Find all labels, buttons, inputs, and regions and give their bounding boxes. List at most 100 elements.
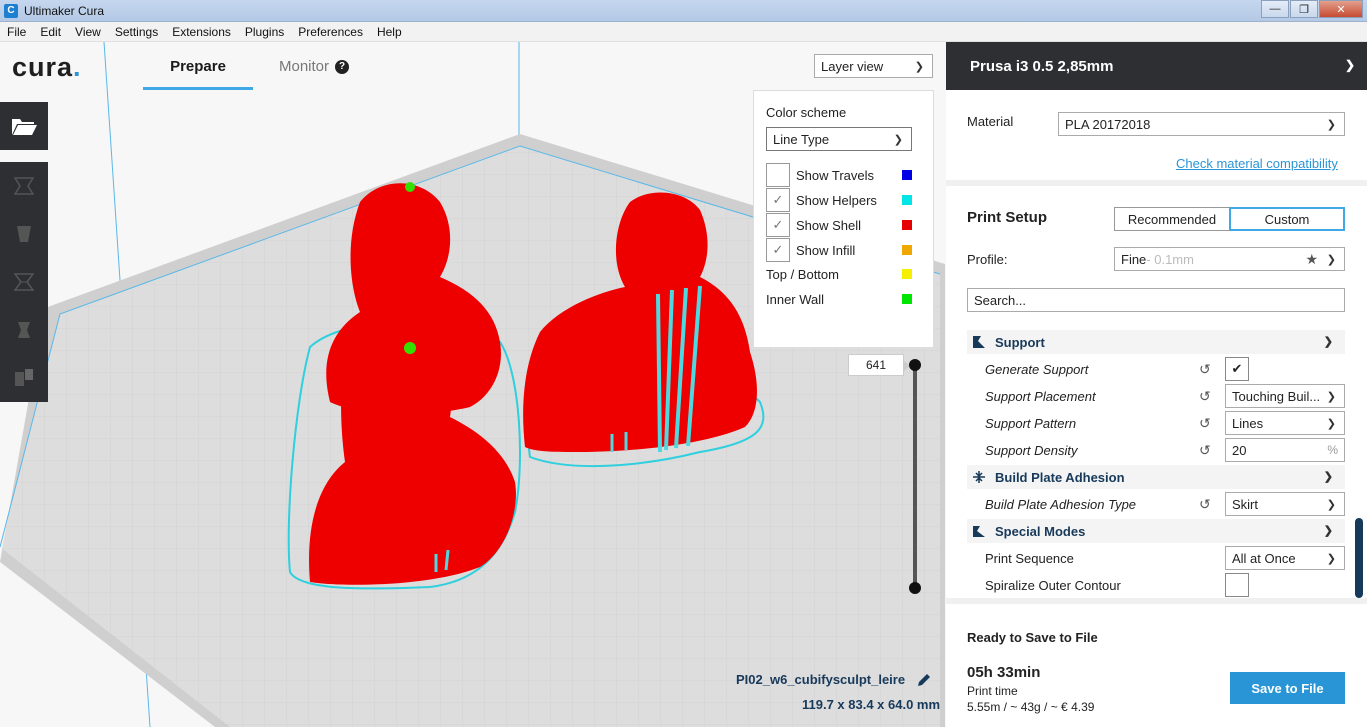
layer-slider-bottom-handle[interactable] — [909, 582, 921, 594]
category-build-plate-adhesion[interactable]: Build Plate Adhesion ❯ — [967, 465, 1345, 489]
output-status: Ready to Save to File — [967, 630, 1098, 645]
legend-label: Show Travels — [796, 167, 875, 183]
category-special-title: Special Modes — [995, 523, 1086, 539]
reset-icon[interactable]: ↺ — [1199, 442, 1211, 459]
rotate-tool[interactable] — [11, 269, 37, 295]
reset-icon[interactable]: ↺ — [1199, 496, 1211, 513]
section-divider — [946, 180, 1367, 186]
scale-tool[interactable] — [11, 221, 37, 247]
legend-label: Show Infill — [796, 242, 856, 258]
color-scheme-select[interactable]: Line Type ❯ — [766, 127, 912, 151]
support-placement-select[interactable]: Touching Buil... ❯ — [1225, 384, 1345, 408]
mirror-tool[interactable] — [11, 317, 37, 343]
view-mode-select[interactable]: Layer view ❯ — [814, 54, 933, 78]
star-icon[interactable]: ★ — [1305, 251, 1318, 268]
profile-value: Fine — [1121, 251, 1147, 267]
layer-slider-top-handle[interactable] — [909, 359, 921, 371]
setting-label: Print Sequence — [985, 550, 1074, 566]
3d-viewport[interactable]: cura. Prepare Monitor ? Layer view ❯ Col… — [0, 42, 946, 727]
reset-icon[interactable]: ↺ — [1199, 388, 1211, 405]
profile-select[interactable]: Fine - 0.1mm ★ ❯ — [1114, 247, 1345, 271]
legend-helpers[interactable]: ✓ Show Helpers — [766, 188, 912, 212]
per-model-settings-tool[interactable] — [11, 365, 37, 391]
menu-edit[interactable]: Edit — [33, 25, 68, 39]
move-tool[interactable] — [11, 173, 37, 199]
legend-label: Show Helpers — [796, 192, 877, 208]
legend-infill[interactable]: ✓ Show Infill — [766, 238, 912, 262]
tab-prepare[interactable]: Prepare — [143, 58, 253, 90]
menu-preferences[interactable]: Preferences — [291, 25, 370, 39]
top-bottom-color-swatch — [902, 269, 912, 279]
legend-top-bottom: Top / Bottom — [766, 262, 912, 286]
show-infill-checkbox[interactable]: ✓ — [766, 238, 790, 262]
reset-icon[interactable]: ↺ — [1199, 415, 1211, 432]
show-helpers-checkbox[interactable]: ✓ — [766, 188, 790, 212]
tab-monitor[interactable]: Monitor ? — [279, 58, 350, 75]
help-icon[interactable]: ? — [335, 59, 350, 74]
support-density-input[interactable]: 20 % — [1225, 438, 1345, 462]
show-travels-checkbox[interactable] — [766, 163, 790, 187]
support-helper — [656, 293, 662, 453]
spiralize-checkbox[interactable] — [1225, 573, 1249, 597]
move-icon — [13, 177, 35, 195]
profile-label: Profile: — [967, 252, 1008, 267]
support-pattern-value: Lines — [1232, 415, 1264, 431]
support-pattern-select[interactable]: Lines ❯ — [1225, 411, 1345, 435]
legend-label: Top / Bottom — [766, 266, 839, 282]
setting-generate-support: Generate Support ↺ ✔ — [967, 357, 1345, 381]
job-name: PI02_w6_cubifysculpt_leire — [736, 672, 931, 687]
show-shell-checkbox[interactable]: ✓ — [766, 213, 790, 237]
pencil-icon[interactable] — [917, 673, 931, 687]
menu-plugins[interactable]: Plugins — [238, 25, 291, 39]
open-file-button[interactable] — [0, 102, 48, 150]
setting-label: Spiralize Outer Contour — [985, 577, 1121, 593]
print-sequence-select[interactable]: All at Once ❯ — [1225, 546, 1345, 570]
minimize-button[interactable]: — — [1261, 0, 1289, 18]
helpers-color-swatch — [902, 195, 912, 205]
legend-travels[interactable]: Show Travels — [766, 163, 912, 187]
inner-wall-highlight — [405, 182, 415, 192]
printer-selector[interactable]: Prusa i3 0.5 2,85mm ❯ — [946, 42, 1367, 90]
check-material-compatibility-link[interactable]: Check material compatibility — [1176, 156, 1338, 171]
material-select[interactable]: PLA 20172018 ❯ — [1058, 112, 1345, 136]
chevron-down-icon: ❯ — [893, 134, 903, 146]
maximize-button[interactable]: ❐ — [1290, 0, 1318, 18]
category-special-modes[interactable]: Special Modes ❯ — [967, 519, 1345, 543]
settings-scrollbar[interactable] — [1355, 518, 1363, 598]
setting-adhesion-type: Build Plate Adhesion Type ↺ Skirt ❯ — [967, 492, 1345, 516]
chevron-down-icon: ❯ — [1326, 254, 1336, 266]
menu-settings[interactable]: Settings — [108, 25, 165, 39]
chevron-down-icon: ❯ — [1344, 58, 1355, 72]
layer-number-input[interactable]: 641 — [848, 354, 910, 376]
close-button[interactable]: ✕ — [1319, 0, 1363, 18]
adhesion-type-select[interactable]: Skirt ❯ — [1225, 492, 1345, 516]
recommended-mode-button[interactable]: Recommended — [1114, 207, 1230, 231]
setting-label: Support Density — [985, 442, 1078, 458]
window-title: Ultimaker Cura — [24, 3, 105, 18]
infill-color-swatch — [902, 245, 912, 255]
generate-support-checkbox[interactable]: ✔ — [1225, 357, 1249, 381]
menu-extensions[interactable]: Extensions — [165, 25, 238, 39]
scale-icon — [17, 226, 31, 242]
menu-help[interactable]: Help — [370, 25, 409, 39]
menu-file[interactable]: File — [0, 25, 33, 39]
layer-slider-track[interactable] — [913, 365, 917, 588]
category-support[interactable]: Support ❯ — [967, 330, 1345, 354]
setting-label: Support Pattern — [985, 415, 1077, 431]
custom-mode-button[interactable]: Custom — [1229, 207, 1345, 231]
legend-shell[interactable]: ✓ Show Shell — [766, 213, 912, 237]
cura-app-icon: C — [4, 3, 18, 18]
save-to-file-button[interactable]: Save to File — [1230, 672, 1345, 704]
menu-view[interactable]: View — [68, 25, 108, 39]
inner-wall-color-swatch — [902, 294, 912, 304]
reset-icon[interactable]: ↺ — [1199, 361, 1211, 378]
settings-search-input[interactable]: Search... — [967, 288, 1345, 312]
chevron-down-icon: ❯ — [1326, 553, 1336, 565]
material-label: Material — [967, 114, 1014, 129]
chevron-down-icon: ❯ — [1323, 471, 1333, 483]
profile-layer-height: - 0.1mm — [1146, 251, 1194, 267]
print-setup-title: Print Setup — [967, 209, 1048, 226]
special-modes-icon — [971, 523, 987, 539]
color-scheme-title: Color scheme — [766, 105, 847, 120]
print-time-label: Print time — [967, 684, 1018, 698]
